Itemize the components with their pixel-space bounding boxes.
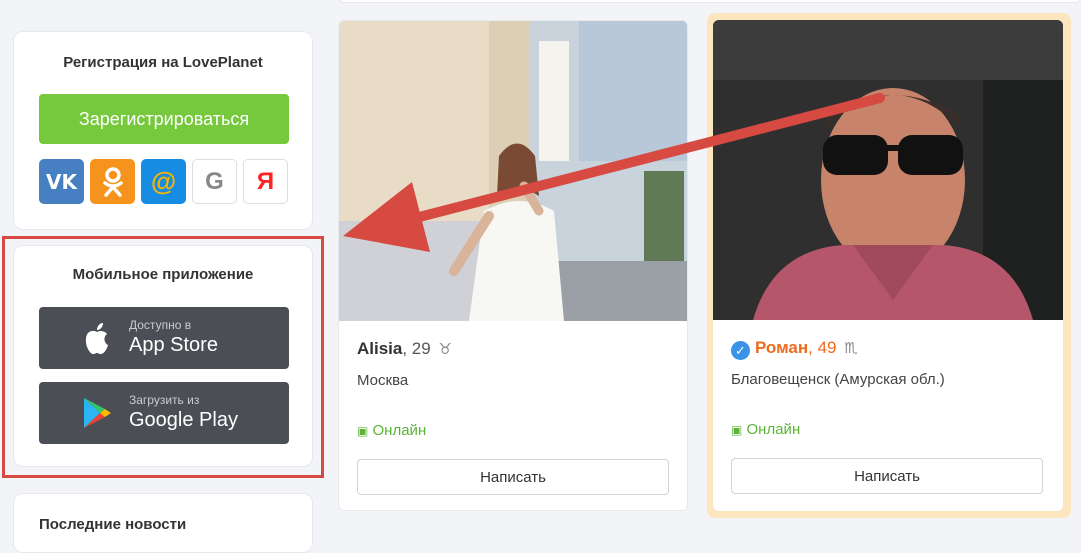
profile-photo[interactable] (339, 21, 687, 321)
profile-photo[interactable] (713, 20, 1063, 320)
online-status: ▣ Онлайн (357, 422, 426, 439)
google-icon: G (205, 167, 224, 195)
vk-login-button[interactable]: VK (39, 159, 84, 204)
profile-name[interactable]: Alisia, 29 ♉ (357, 339, 452, 359)
write-message-button[interactable]: Написать (731, 458, 1043, 494)
mailru-login-button[interactable]: @ (141, 159, 186, 204)
registration-title: Регистрация на LovePlanet (63, 54, 263, 71)
profile-name-text: Alisia (357, 339, 403, 358)
profile-card[interactable]: Alisia, 29 ♉ Москва ▣ Онлайн Написать (338, 20, 688, 511)
profile-name[interactable]: ✓ Роман, 49 ♏ (731, 338, 858, 360)
online-label: Онлайн (746, 421, 801, 438)
odnoklassniki-icon (102, 166, 123, 197)
registration-panel: Регистрация на LovePlanet Зарегистрирова… (13, 31, 313, 230)
profile-city: Благовещенск (Амурская обл.) (731, 371, 945, 388)
news-title: Последние новости (39, 516, 187, 533)
top-bar (339, 0, 1081, 3)
online-label: Онлайн (372, 422, 427, 439)
vk-icon: VK (46, 169, 77, 194)
highlight-frame (2, 236, 324, 478)
mailru-icon: @ (150, 166, 177, 196)
online-status: ▣ Онлайн (731, 421, 800, 438)
register-button[interactable]: Зарегистрироваться (39, 94, 289, 144)
odnoklassniki-login-button[interactable] (90, 159, 135, 204)
monitor-icon: ▣ (357, 424, 369, 438)
news-panel: Последние новости (13, 493, 313, 553)
monitor-icon: ▣ (731, 423, 743, 437)
profile-card[interactable]: ✓ Роман, 49 ♏ Благовещенск (Амурская обл.… (713, 20, 1063, 511)
profile-age: , 29 (402, 339, 431, 358)
yandex-icon: Я (256, 167, 275, 195)
profile-age: , 49 (808, 338, 837, 357)
google-login-button[interactable]: G (192, 159, 237, 204)
profile-city: Москва (357, 372, 409, 389)
write-message-button[interactable]: Написать (357, 459, 669, 495)
profile-name-text: Роман (755, 338, 809, 357)
verified-icon: ✓ (731, 341, 750, 360)
zodiac-icon: ♏ (844, 339, 858, 357)
yandex-login-button[interactable]: Я (243, 159, 288, 204)
zodiac-icon: ♉ (438, 340, 452, 358)
